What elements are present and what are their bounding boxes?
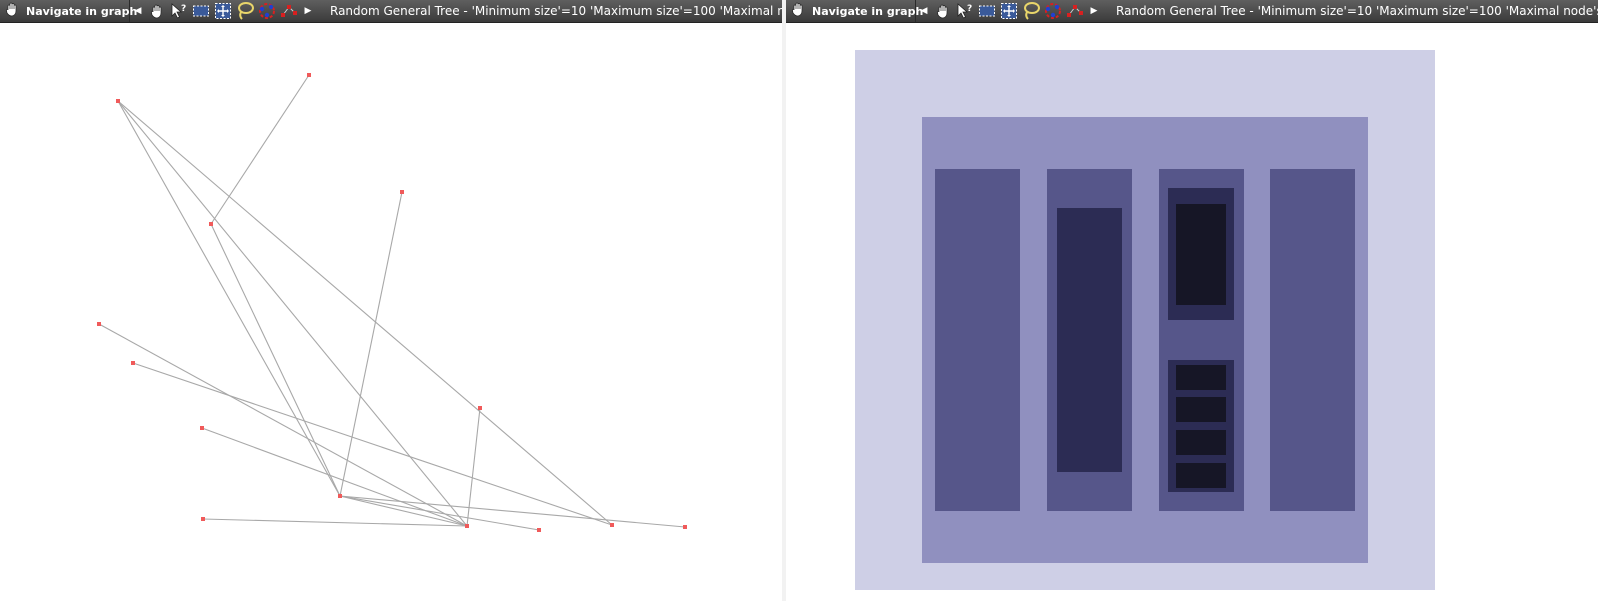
treemap-diagram[interactable]	[786, 24, 1598, 601]
navigate-mode-label: Navigate in graph	[812, 4, 924, 18]
graph-node[interactable]	[683, 525, 687, 529]
treemap-leaf-cell[interactable]	[1176, 204, 1226, 305]
graph-node[interactable]	[338, 494, 342, 498]
treemap-view: Navigate in graph ◀ ? ▶ Random General T…	[786, 0, 1598, 601]
lasso-icon[interactable]	[1020, 0, 1042, 22]
graph-node[interactable]	[478, 406, 482, 410]
graph-select-icon[interactable]	[256, 0, 278, 22]
graph-select-icon[interactable]	[1042, 0, 1064, 22]
graph-edge[interactable]	[117, 100, 613, 526]
treemap-cell[interactable]	[1270, 169, 1355, 511]
graph-title: Random General Tree - 'Minimum size'=10 …	[1116, 4, 1598, 18]
graph-edge[interactable]	[117, 100, 341, 497]
node-link-canvas[interactable]	[0, 24, 782, 601]
graph-edge[interactable]	[210, 74, 310, 225]
view-toolbar: Navigate in graph ◀ ? ▶ Random General T…	[786, 0, 1598, 23]
graph-node[interactable]	[200, 426, 204, 430]
view-toolbar: Navigate in graph ◀ ? ▶ Random General T…	[0, 0, 782, 23]
node-edit-icon[interactable]	[1064, 0, 1086, 22]
node-link-view: Navigate in graph ◀ ? ▶ Random General T…	[0, 0, 782, 601]
hand-icon	[4, 1, 20, 21]
navigate-mode-label: Navigate in graph	[26, 4, 138, 18]
treemap-cell[interactable]	[1057, 208, 1122, 472]
graph-node[interactable]	[116, 99, 120, 103]
treemap-cell[interactable]	[935, 169, 1020, 511]
graph-node[interactable]	[307, 73, 311, 77]
hand-icon	[790, 1, 806, 21]
navigate-mode-button[interactable]: Navigate in graph	[0, 0, 137, 22]
treemap-canvas[interactable]	[786, 24, 1598, 601]
toolbar-scroll-right-button[interactable]: ▶	[1086, 0, 1102, 22]
graph-edge[interactable]	[117, 100, 468, 527]
pick-icon[interactable]: ?	[168, 0, 190, 22]
pick-icon[interactable]: ?	[954, 0, 976, 22]
treemap-leaf-cell[interactable]	[1176, 463, 1226, 488]
treemap-leaf-cell[interactable]	[1176, 430, 1226, 455]
hand-icon[interactable]	[932, 0, 954, 22]
treemap-leaf-cell[interactable]	[1176, 365, 1226, 390]
graph-edge[interactable]	[132, 362, 613, 526]
rectangle-select-icon[interactable]	[976, 0, 998, 22]
zoom-box-icon[interactable]	[998, 0, 1020, 22]
hand-icon[interactable]	[146, 0, 168, 22]
treemap-leaf-cell[interactable]	[1176, 397, 1226, 422]
node-edit-icon[interactable]	[278, 0, 300, 22]
toolbar-scroll-left-button[interactable]: ◀	[916, 0, 932, 22]
graph-node[interactable]	[97, 322, 101, 326]
navigate-mode-button[interactable]: Navigate in graph	[786, 0, 923, 22]
node-link-diagram[interactable]	[0, 24, 782, 601]
graph-edge[interactable]	[202, 518, 468, 527]
zoom-box-icon[interactable]	[212, 0, 234, 22]
svg-text:?: ?	[181, 4, 186, 14]
rectangle-select-icon[interactable]	[190, 0, 212, 22]
graph-node[interactable]	[131, 361, 135, 365]
graph-node[interactable]	[465, 524, 469, 528]
svg-text:?: ?	[967, 4, 972, 14]
toolbar-scroll-right-button[interactable]: ▶	[300, 0, 316, 22]
graph-node[interactable]	[537, 528, 541, 532]
graph-node[interactable]	[400, 190, 404, 194]
graph-edge[interactable]	[339, 495, 468, 527]
graph-node[interactable]	[201, 517, 205, 521]
graph-edge[interactable]	[339, 495, 686, 528]
graph-node[interactable]	[610, 523, 614, 527]
lasso-icon[interactable]	[234, 0, 256, 22]
toolbar-scroll-left-button[interactable]: ◀	[130, 0, 146, 22]
graph-node[interactable]	[209, 222, 213, 226]
graph-title: Random General Tree - 'Minimum size'=10 …	[330, 4, 782, 18]
graph-edge[interactable]	[98, 323, 468, 527]
